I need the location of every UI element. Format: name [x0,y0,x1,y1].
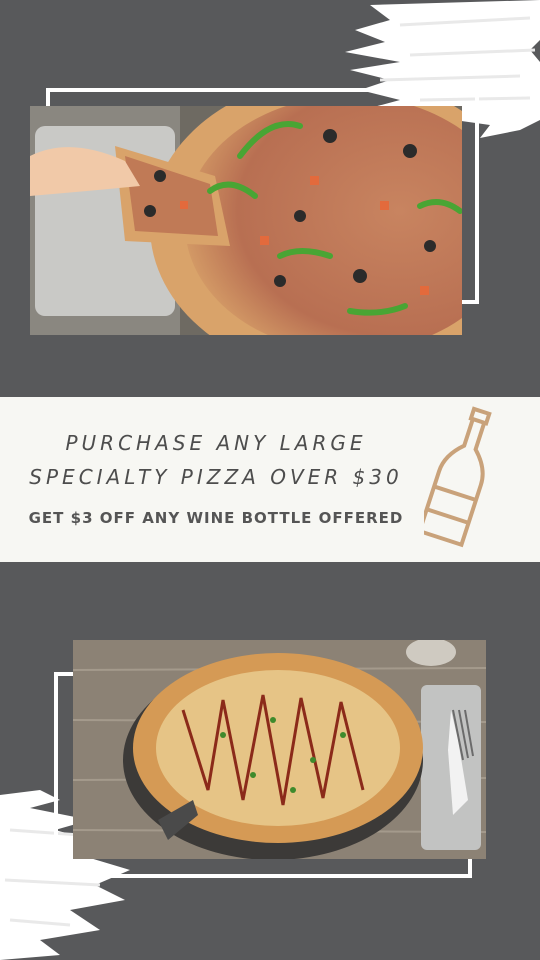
bbq-pizza-photo [73,640,486,859]
wine-bottle-icon [424,406,492,548]
pizza-slice-photo [30,106,462,335]
promo-headline-line1: PURCHASE ANY LARGE [65,431,367,455]
promo-headline-line2: SPECIALTY PIZZA OVER $30 [29,465,403,489]
promo-offer: GET $3 OFF ANY WINE BOTTLE OFFERED [28,509,404,527]
